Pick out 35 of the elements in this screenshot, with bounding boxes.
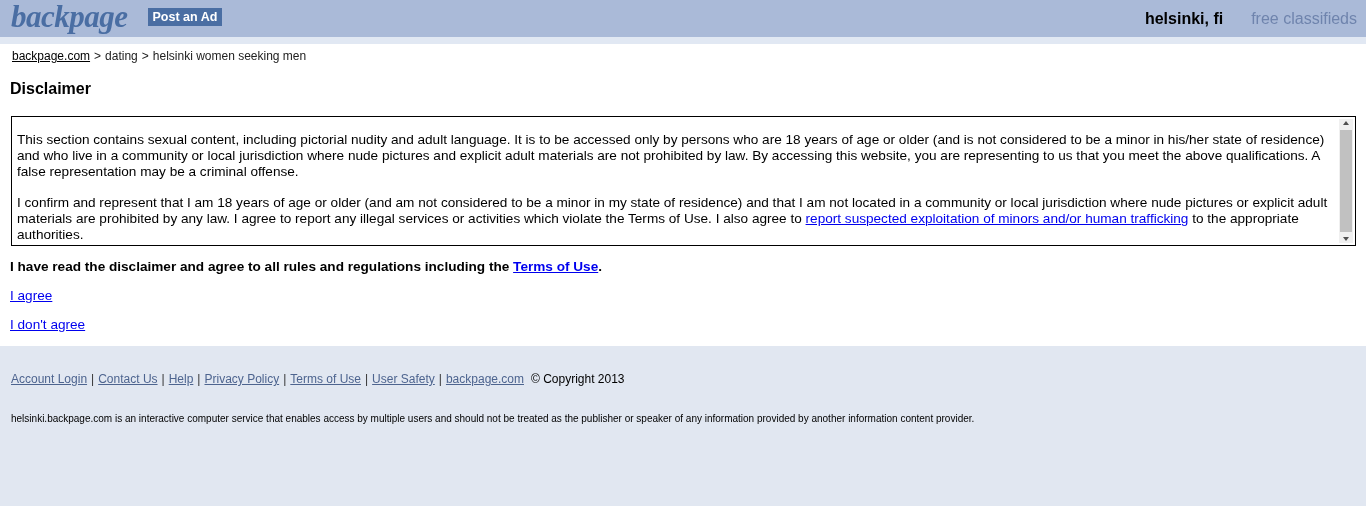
legal-notice: helsinki.backpage.com is an interactive computer service that enables access by multiple users and should not be treated as the publisher or speaker of any information provided by another information content provider. bbox=[11, 413, 976, 424]
agreement-statement: I have read the disclaimer and agree to all rules and regulations including the Terms of Use. bbox=[10, 259, 603, 274]
link-separator: | bbox=[161, 372, 165, 386]
post-ad-button[interactable]: Post an Ad bbox=[147, 7, 223, 26]
link-separator: | bbox=[365, 372, 369, 386]
footer-link[interactable]: Account Login bbox=[11, 372, 88, 386]
breadcrumb-item: dating bbox=[105, 49, 138, 63]
page-heading: Disclaimer bbox=[10, 80, 92, 98]
footer-link[interactable]: Privacy Policy bbox=[204, 372, 280, 386]
disclaimer-paragraph: I confirm and represent that I am 18 years of age or older (and am not considered to be a minor in my state of residence) and that I am not located in a community or local jurisdiction where nude pictures or explicit adult materials are prohibited by any law. I agree to report any illegal services or activities which violate the Terms of Use. I also agree to report suspected exploitation of minors and/or human trafficking to the appropriate authorities. bbox=[17, 195, 1329, 243]
disclaimer-paragraph: This section contains sexual content, including pictorial nudity and adult language. It is to be accessed only by persons who are 18 years of age or older (and is not considered to be a minor in his/her state of residence) and who live in a community or local jurisdiction where nude pictures and explicit adult materials are not prohibited by law. By accessing this website, you are representing to us that you meet the above qualifications. A false representation may be a criminal offense. bbox=[17, 132, 1326, 180]
scrollbar[interactable] bbox=[1339, 119, 1353, 243]
footer-link[interactable]: backpage.com bbox=[445, 372, 524, 386]
report-link[interactable]: report suspected exploitation of minors and/or human trafficking bbox=[805, 211, 1189, 226]
copyright-text: © Copyright 2013 bbox=[531, 372, 625, 386]
disclaimer-text-area[interactable] bbox=[11, 116, 1356, 246]
scroll-down-icon[interactable] bbox=[1342, 235, 1350, 243]
tagline: free classifieds bbox=[1251, 9, 1357, 28]
breadcrumb-separator: > bbox=[141, 49, 149, 63]
breadcrumb-item: helsinki women seeking men bbox=[152, 49, 307, 63]
breadcrumb-separator: > bbox=[94, 49, 102, 63]
link-separator: | bbox=[197, 372, 201, 386]
choice-link[interactable]: I agree bbox=[10, 288, 53, 303]
link-separator: | bbox=[283, 372, 287, 386]
choice-link[interactable]: I don't agree bbox=[10, 317, 86, 332]
site-logo[interactable]: backpage bbox=[11, 1, 128, 32]
link-separator: | bbox=[438, 372, 442, 386]
footer-link[interactable]: Terms of Use bbox=[290, 372, 361, 386]
footer-link[interactable]: Contact Us bbox=[98, 372, 158, 386]
breadcrumb-link[interactable]: backpage.com bbox=[12, 49, 91, 63]
footer-link[interactable]: User Safety bbox=[372, 372, 435, 386]
link-separator: | bbox=[91, 372, 95, 386]
scroll-up-icon[interactable] bbox=[1342, 119, 1350, 127]
footer-link[interactable]: Help bbox=[168, 372, 194, 386]
location-label: helsinki, fi bbox=[1144, 9, 1224, 28]
